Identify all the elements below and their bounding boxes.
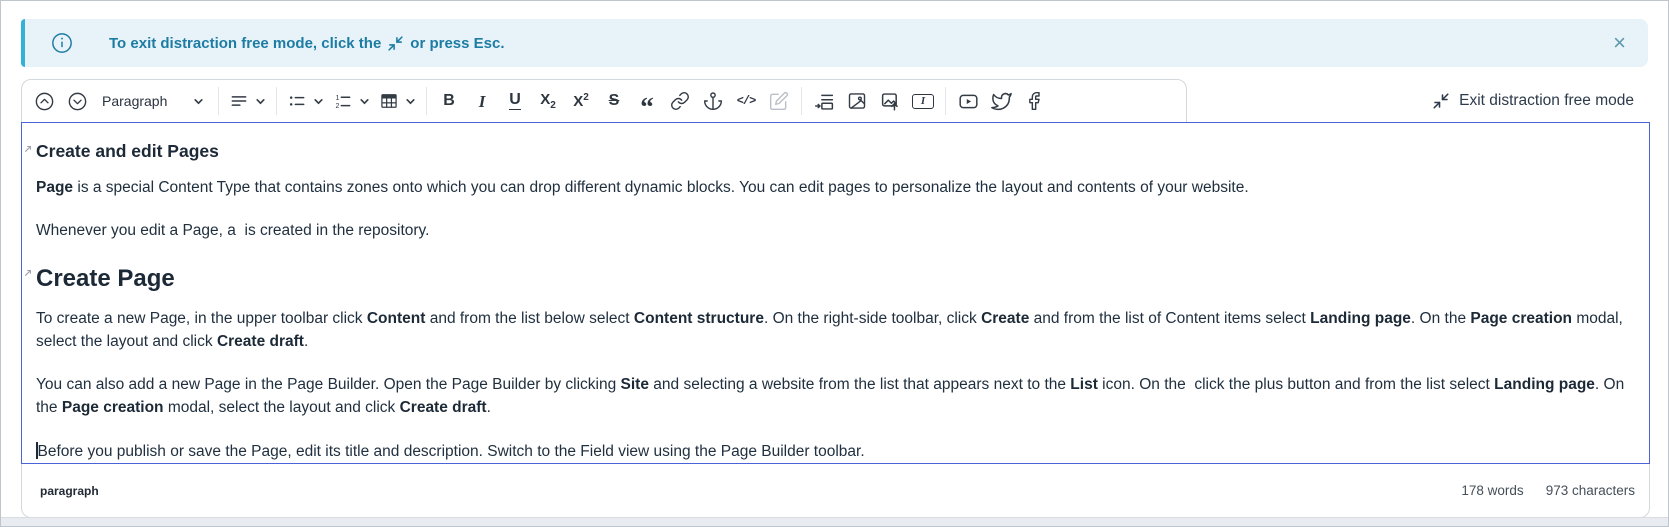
- paragraph-with-cursor: Before you publish or save the Page, edi…: [36, 440, 1635, 463]
- superscript-icon[interactable]: X2: [565, 85, 597, 117]
- numbered-list-icon[interactable]: 1 2: [329, 85, 374, 117]
- block-quote-icon[interactable]: “: [631, 85, 663, 117]
- bulleted-list-icon[interactable]: [283, 85, 328, 117]
- banner-message: To exit distraction free mode, click the…: [109, 35, 505, 52]
- paragraph: Page is a special Content Type that cont…: [36, 176, 1635, 199]
- banner-text-after: or press Esc.: [410, 35, 504, 52]
- banner-text-before: To exit distraction free mode, click the: [109, 35, 381, 52]
- link-icon[interactable]: [664, 85, 696, 117]
- source-editing-icon[interactable]: [763, 85, 795, 117]
- word-count: 178 words: [1461, 483, 1523, 498]
- toolbar-row: Paragraph 1 2: [21, 79, 1648, 123]
- exit-distraction-free-button[interactable]: Exit distraction free mode: [1432, 79, 1634, 123]
- paragraph: To create a new Page, in the upper toolb…: [36, 307, 1635, 354]
- word-char-counts: 178 words 973 characters: [1461, 483, 1635, 498]
- align-left-icon[interactable]: [225, 85, 270, 117]
- paragraph: Whenever you edit a Page, a is created i…: [36, 219, 1635, 242]
- underline-icon[interactable]: U: [499, 85, 531, 117]
- exit-distraction-free-icon: [387, 35, 404, 52]
- svg-text:2: 2: [336, 102, 340, 110]
- distraction-free-editor-window: To exit distraction free mode, click the…: [0, 0, 1669, 527]
- bold-icon[interactable]: B: [433, 85, 465, 117]
- current-block-type: paragraph: [40, 484, 99, 498]
- strikethrough-icon[interactable]: S: [598, 85, 630, 117]
- paragraph: You can also add a new Page in the Page …: [36, 373, 1635, 420]
- upload-image-icon[interactable]: [874, 85, 906, 117]
- chevron-down-icon: [359, 96, 370, 107]
- exit-distraction-free-icon: [1432, 92, 1450, 110]
- insert-table-icon[interactable]: [375, 85, 420, 117]
- exit-distraction-free-label: Exit distraction free mode: [1459, 92, 1634, 110]
- close-icon[interactable]: ×: [1613, 32, 1626, 54]
- toolbar-divider: [945, 87, 946, 115]
- chevron-down-icon: [255, 96, 266, 107]
- chevron-down-icon: [193, 96, 204, 107]
- anchor-icon[interactable]: [697, 85, 729, 117]
- facebook-icon[interactable]: [1018, 85, 1050, 117]
- heading-widget-marker-icon: [24, 144, 32, 153]
- paragraph-style-dropdown[interactable]: Paragraph: [94, 85, 212, 117]
- toolbar-divider: [218, 87, 219, 115]
- toolbar-divider: [801, 87, 802, 115]
- editor-toolbar: Paragraph 1 2: [21, 79, 1187, 123]
- paragraph-style-value: Paragraph: [102, 93, 167, 109]
- insert-image-icon[interactable]: [841, 85, 873, 117]
- svg-text:1: 1: [336, 94, 340, 102]
- info-icon: [51, 32, 73, 54]
- character-count: 973 characters: [1546, 483, 1635, 498]
- rich-text-editing-area[interactable]: Create and edit Pages Page is a special …: [21, 122, 1650, 464]
- page-bottom-strip: [1, 517, 1668, 526]
- heading-create-and-edit-pages: Create and edit Pages: [36, 141, 1635, 162]
- subscript-icon[interactable]: X2: [532, 85, 564, 117]
- insert-content-block-icon[interactable]: [808, 85, 840, 117]
- italic-icon[interactable]: I: [466, 85, 498, 117]
- heading-widget-marker-icon: [24, 268, 32, 277]
- heading-create-page: Create Page: [36, 265, 1635, 293]
- move-down-icon[interactable]: [61, 85, 93, 117]
- move-up-icon[interactable]: [28, 85, 60, 117]
- twitter-icon[interactable]: [985, 85, 1017, 117]
- code-block-icon[interactable]: </>: [730, 85, 762, 117]
- toolbar-divider: [276, 87, 277, 115]
- toolbar-divider: [426, 87, 427, 115]
- insert-field-icon[interactable]: I: [907, 85, 939, 117]
- chevron-down-icon: [313, 96, 324, 107]
- chevron-down-icon: [405, 96, 416, 107]
- youtube-icon[interactable]: [952, 85, 984, 117]
- exit-hint-banner: To exit distraction free mode, click the…: [21, 19, 1648, 67]
- editor-status-bar: paragraph 178 words 973 characters: [21, 464, 1650, 518]
